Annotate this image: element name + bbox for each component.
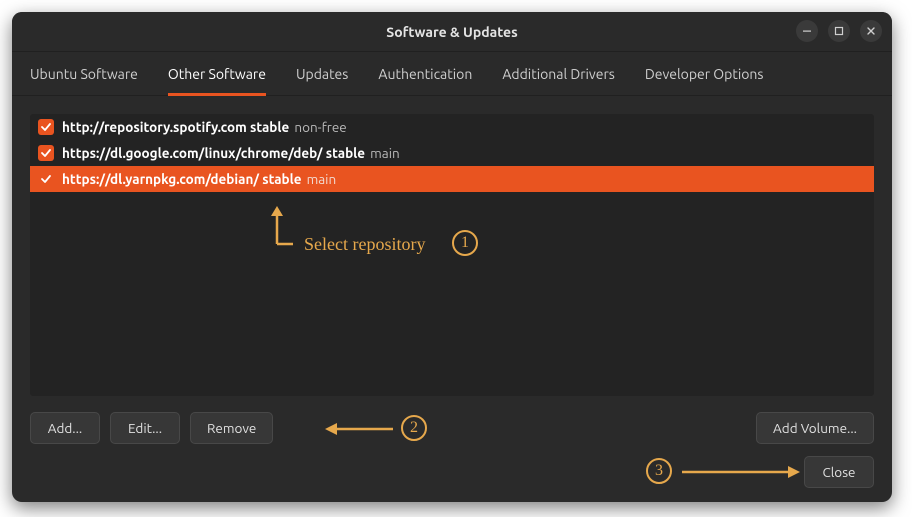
spacer <box>283 412 746 444</box>
tab-ubuntu-software[interactable]: Ubuntu Software <box>30 52 138 95</box>
repository-checkbox[interactable] <box>38 119 54 135</box>
titlebar: Software & Updates <box>12 12 892 52</box>
maximize-icon <box>834 26 844 36</box>
repository-checkbox[interactable] <box>38 171 54 187</box>
tab-label: Developer Options <box>645 66 764 82</box>
tab-authentication[interactable]: Authentication <box>378 52 472 95</box>
close-button[interactable]: Close <box>804 456 874 488</box>
add-repository-button[interactable]: Add... <box>30 412 100 444</box>
tab-label: Authentication <box>378 66 472 82</box>
edit-repository-button[interactable]: Edit... <box>110 412 180 444</box>
window-controls <box>796 20 882 42</box>
tab-additional-drivers[interactable]: Additional Drivers <box>502 52 615 95</box>
repository-url: https://dl.google.com/linux/chrome/deb/ … <box>62 145 400 161</box>
add-volume-button[interactable]: Add Volume... <box>756 412 874 444</box>
tab-bar: Ubuntu Software Other Software Updates A… <box>12 52 892 96</box>
minimize-icon <box>802 26 812 36</box>
repository-url: http://repository.spotify.com stable non… <box>62 119 347 135</box>
dialog-footer: Close <box>30 456 874 488</box>
tab-label: Ubuntu Software <box>30 66 138 82</box>
tab-developer-options[interactable]: Developer Options <box>645 52 764 95</box>
maximize-button[interactable] <box>828 20 850 42</box>
close-window-button[interactable] <box>860 20 882 42</box>
tab-label: Updates <box>296 66 348 82</box>
check-icon <box>40 173 52 185</box>
minimize-button[interactable] <box>796 20 818 42</box>
tab-other-software[interactable]: Other Software <box>168 52 266 95</box>
content-area: http://repository.spotify.com stable non… <box>12 96 892 502</box>
remove-repository-button[interactable]: Remove <box>190 412 273 444</box>
repository-list[interactable]: http://repository.spotify.com stable non… <box>30 114 874 396</box>
repository-url: https://dl.yarnpkg.com/debian/ stable ma… <box>62 171 336 187</box>
check-icon <box>40 121 52 133</box>
check-icon <box>40 147 52 159</box>
window-title: Software & Updates <box>386 24 517 40</box>
repository-row[interactable]: http://repository.spotify.com stable non… <box>30 114 874 140</box>
repository-row[interactable]: https://dl.google.com/linux/chrome/deb/ … <box>30 140 874 166</box>
close-icon <box>866 26 876 36</box>
tab-updates[interactable]: Updates <box>296 52 348 95</box>
tab-label: Additional Drivers <box>502 66 615 82</box>
repository-checkbox[interactable] <box>38 145 54 161</box>
repository-row-selected[interactable]: https://dl.yarnpkg.com/debian/ stable ma… <box>30 166 874 192</box>
tab-label: Other Software <box>168 66 266 82</box>
repository-button-row: Add... Edit... Remove Add Volume... <box>30 412 874 444</box>
software-updates-window: Software & Updates Ubuntu Software Other… <box>12 12 892 502</box>
